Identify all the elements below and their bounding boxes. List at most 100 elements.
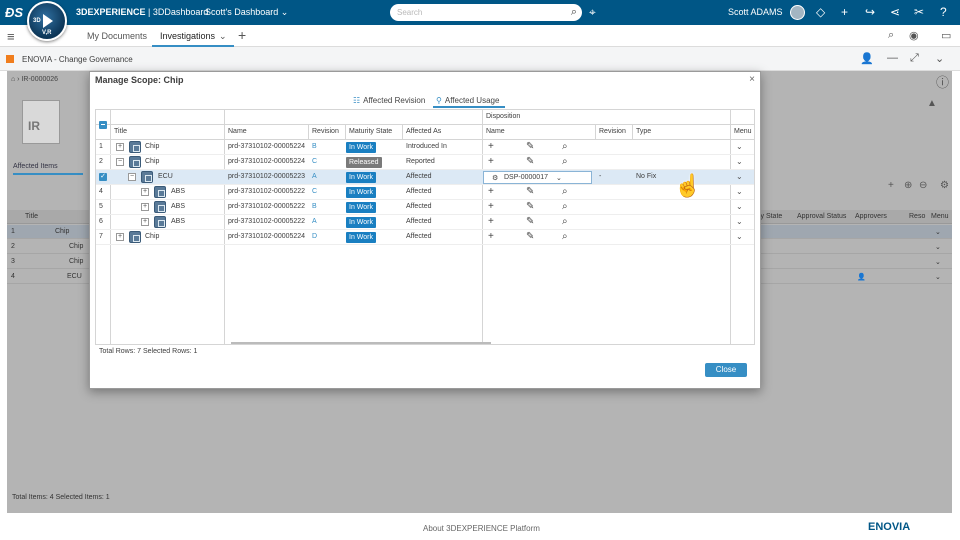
add-icon[interactable]: + [888, 180, 894, 191]
search-icon[interactable]: ⌕ [571, 6, 577, 19]
dashboard-title[interactable]: Scott's Dashboard ⌄ [205, 7, 288, 18]
expand-icon[interactable]: + [116, 143, 124, 151]
table-row[interactable]: 7 + Chip prd-37310102-00005224 D In Work… [96, 230, 754, 245]
minimize-icon[interactable]: — [887, 52, 898, 64]
row-revision[interactable]: B [312, 143, 317, 150]
chevron-down-icon[interactable]: ⌄ [736, 172, 743, 181]
expand-icon[interactable]: + [141, 203, 149, 211]
add-icon[interactable]: + [488, 201, 494, 212]
chevron-down-icon[interactable]: ⌄ [935, 243, 941, 251]
avatar[interactable] [790, 5, 805, 20]
row-name[interactable]: prd-37310102-00005224 [228, 158, 305, 165]
expand-icon[interactable]: + [141, 188, 149, 196]
row-title[interactable]: Chip [55, 228, 69, 235]
column-type[interactable]: Type [636, 128, 651, 135]
about-link[interactable]: About 3DEXPERIENCE Platform [423, 524, 540, 533]
row-revision[interactable]: C [312, 188, 317, 195]
row-title[interactable]: ECU [158, 173, 173, 180]
column-disp-name[interactable]: Name [486, 128, 505, 135]
edit-icon[interactable]: ✎ [526, 156, 534, 167]
chevron-down-icon[interactable]: ⌄ [736, 202, 743, 211]
column-title[interactable]: Title [114, 128, 127, 135]
row-name[interactable]: prd-37310102-00005222 [228, 203, 305, 210]
search-icon[interactable]: ⌕ [562, 216, 568, 227]
row-title[interactable]: ABS [171, 218, 185, 225]
tab-affected-usage[interactable]: ⚲ Affected Usage [436, 96, 499, 105]
menu-icon[interactable]: ≡ [7, 29, 15, 44]
table-row[interactable]: 4 + ABS prd-37310102-00005222 C In Work … [96, 185, 754, 200]
row-name[interactable]: prd-37310102-00005222 [228, 218, 305, 225]
collapse-icon[interactable]: − [128, 173, 136, 181]
tag-icon[interactable]: ⌖ [589, 5, 596, 20]
row-title[interactable]: Chip [145, 233, 159, 240]
chevron-down-icon[interactable]: ⌄ [935, 52, 944, 65]
row-title[interactable]: ECU [67, 273, 82, 280]
search-icon[interactable]: ⌕ [562, 141, 568, 152]
column-affected-as[interactable]: Affected As [406, 128, 441, 135]
chevron-down-icon[interactable]: ⌄ [736, 157, 743, 166]
row-name[interactable]: prd-37310102-00005222 [228, 188, 305, 195]
row-checkbox[interactable]: ✓ [99, 173, 107, 181]
user-name[interactable]: Scott ADAMS [728, 7, 783, 17]
user-icon[interactable]: 👤 [857, 273, 866, 281]
chevron-down-icon[interactable]: ⌄ [736, 142, 743, 151]
select-all-checkbox[interactable] [99, 121, 107, 129]
row-revision[interactable]: A [312, 218, 317, 225]
close-button[interactable]: Close [705, 363, 747, 377]
chat-icon[interactable]: ▭ [941, 29, 951, 42]
add-icon[interactable]: + [488, 186, 494, 197]
disposition-select[interactable]: ⚙ DSP-0000017 ⌄ [483, 171, 592, 184]
remove-circle-icon[interactable]: ⊖ [919, 180, 927, 191]
media-icon[interactable]: ◉ [909, 29, 919, 42]
search-icon[interactable]: ⌕ [562, 201, 568, 212]
add-icon[interactable]: + [488, 216, 494, 227]
collapse-icon[interactable]: ▲ [927, 98, 937, 109]
column-disp-revision[interactable]: Revision [599, 128, 626, 135]
edit-icon[interactable]: ✎ [526, 141, 534, 152]
add-icon[interactable]: + [488, 141, 494, 152]
ds-logo-icon[interactable]: ƉS [5, 5, 23, 20]
share-icon[interactable]: ↪ [865, 5, 875, 19]
tab-affected-items[interactable]: Affected Items [13, 163, 58, 170]
edit-icon[interactable]: ✎ [526, 201, 534, 212]
table-row[interactable]: 5 + ABS prd-37310102-00005222 B In Work … [96, 200, 754, 215]
expand-icon[interactable]: + [141, 218, 149, 226]
tab-my-documents[interactable]: My Documents [87, 31, 147, 41]
row-title[interactable]: Chip [69, 258, 83, 265]
add-icon[interactable]: + [488, 231, 494, 242]
horizontal-scrollbar[interactable] [231, 342, 491, 344]
expand-icon[interactable]: + [116, 233, 124, 241]
chevron-down-icon[interactable]: ⌄ [219, 31, 227, 42]
collapse-icon[interactable]: − [116, 158, 124, 166]
row-name[interactable]: prd-37310102-00005223 [228, 173, 305, 180]
gear-icon[interactable]: ⚙ [940, 180, 949, 191]
user-settings-icon[interactable]: 👤 [860, 52, 874, 65]
close-icon[interactable]: × [749, 74, 755, 85]
help-icon[interactable]: ? [940, 5, 947, 19]
chevron-down-icon[interactable]: ⌄ [736, 217, 743, 226]
tab-investigations[interactable]: Investigations [160, 31, 215, 41]
chevron-down-icon[interactable]: ⌄ [935, 258, 941, 266]
maximize-icon[interactable]: ⤢ [910, 52, 919, 65]
edit-icon[interactable]: ✎ [526, 216, 534, 227]
search-icon[interactable]: ⌕ [562, 186, 568, 197]
network-icon[interactable]: ⋖ [890, 5, 900, 19]
add-circle-icon[interactable]: ⊕ [904, 180, 912, 191]
chevron-down-icon[interactable]: ⌄ [736, 232, 743, 241]
edit-icon[interactable]: ✎ [526, 186, 534, 197]
breadcrumb-item[interactable]: IR-0000026 [21, 76, 58, 83]
search-dashboard-icon[interactable]: ⌕ [888, 29, 894, 42]
row-title[interactable]: ABS [171, 203, 185, 210]
home-icon[interactable]: ⌂ [11, 76, 15, 83]
chevron-down-icon[interactable]: ⌄ [736, 187, 743, 196]
column-maturity[interactable]: Maturity State [349, 128, 392, 135]
search-icon[interactable]: ⌕ [562, 156, 568, 167]
edit-icon[interactable]: ✎ [526, 231, 534, 242]
table-row-selected[interactable]: ✓ − ECU prd-37310102-00005223 A In Work … [96, 170, 754, 185]
table-row[interactable]: 1 + Chip prd-37310102-00005224 B In Work… [96, 140, 754, 155]
bookmark-icon[interactable]: ◇ [816, 5, 825, 19]
add-tab-icon[interactable]: + [238, 27, 246, 43]
search-input[interactable]: Search ⌕ [390, 4, 582, 21]
row-title[interactable]: Chip [145, 143, 159, 150]
row-name[interactable]: prd-37310102-00005224 [228, 233, 305, 240]
